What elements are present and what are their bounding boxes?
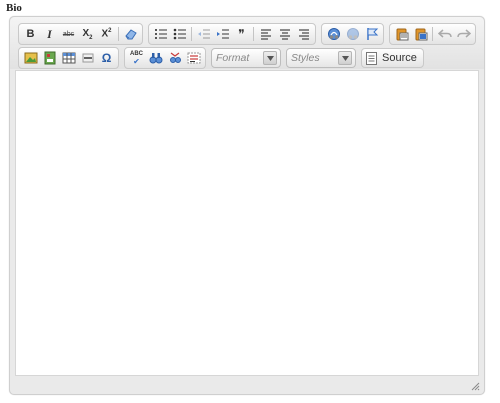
toolbar-row-1: B I abc X2 X2 ❞ <box>18 23 481 45</box>
align-right-button[interactable] <box>294 25 313 43</box>
superscript-button[interactable]: X2 <box>97 25 116 43</box>
bold-icon: B <box>26 28 35 40</box>
subscript-number: 2 <box>89 34 93 41</box>
field-label: Bio <box>6 2 22 14</box>
superscript-number: 2 <box>108 28 112 35</box>
outdent-icon <box>197 29 210 39</box>
subscript-icon: X2 <box>82 28 92 41</box>
separator <box>191 27 192 41</box>
bold-button[interactable]: B <box>21 25 40 43</box>
styles-combo-value: Styles <box>291 52 320 64</box>
flag-icon <box>366 28 378 40</box>
chevron-down-icon <box>263 51 277 65</box>
strikethrough-button[interactable]: abc <box>59 25 78 43</box>
align-center-icon <box>279 29 290 40</box>
link-icon <box>327 28 340 40</box>
links-group <box>321 23 384 45</box>
checkmark-glyph: ✔ <box>133 57 140 66</box>
format-combo-value: Format <box>216 52 250 64</box>
align-left-icon <box>260 29 271 40</box>
strikethrough-icon: abc <box>62 30 75 38</box>
editor-toolbar: B I abc X2 X2 ❞ Ω ABC ✔ Format Styles So… <box>10 17 484 69</box>
unlink-icon <box>346 28 359 40</box>
basic-styles-group: B I abc X2 X2 <box>18 23 143 45</box>
redo-icon <box>456 29 471 38</box>
editor-content-area[interactable] <box>15 70 479 376</box>
paste-word-button[interactable] <box>411 25 430 43</box>
indent-icon <box>216 29 229 39</box>
unlink-button[interactable] <box>343 25 362 43</box>
align-center-button[interactable] <box>275 25 294 43</box>
select-all-icon <box>187 52 200 64</box>
bulleted-list-button[interactable] <box>170 25 189 43</box>
superscript-icon: X2 <box>101 28 111 39</box>
omega-icon: Ω <box>101 51 112 65</box>
subscript-button[interactable]: X2 <box>78 25 97 43</box>
format-combo[interactable]: Format <box>211 48 281 68</box>
replace-icon <box>169 52 181 63</box>
bulleted-list-icon <box>173 28 186 40</box>
find-button[interactable] <box>146 49 165 67</box>
paste-text-icon <box>396 28 408 41</box>
clipboard-group <box>389 23 476 45</box>
paste-text-button[interactable] <box>392 25 411 43</box>
rich-text-editor: B I abc X2 X2 ❞ Ω ABC ✔ Format Styles So… <box>9 16 485 395</box>
paste-word-icon <box>415 28 427 41</box>
image-icon <box>24 52 37 64</box>
binoculars-icon <box>149 53 162 64</box>
toolbar-row-2: Ω ABC ✔ Format Styles Source <box>18 47 424 69</box>
separator <box>118 27 119 41</box>
numbered-list-button[interactable] <box>151 25 170 43</box>
redo-button[interactable] <box>454 25 473 43</box>
undo-icon <box>437 29 452 38</box>
blockquote-icon: ❞ <box>238 27 245 41</box>
anchor-button[interactable] <box>362 25 381 43</box>
paragraph-group: ❞ <box>148 23 316 45</box>
italic-icon: I <box>47 26 52 41</box>
table-button[interactable] <box>59 49 78 67</box>
resize-handle-icon[interactable] <box>470 381 480 391</box>
outdent-button[interactable] <box>194 25 213 43</box>
flash-button[interactable] <box>40 49 59 67</box>
special-char-button[interactable]: Ω <box>97 49 116 67</box>
blockquote-button[interactable]: ❞ <box>232 25 251 43</box>
eraser-icon <box>124 29 137 40</box>
source-icon <box>366 51 377 65</box>
separator <box>432 27 433 41</box>
source-button[interactable]: Source <box>361 48 424 68</box>
remove-format-button[interactable] <box>121 25 140 43</box>
align-right-icon <box>298 29 309 40</box>
table-icon <box>62 52 75 64</box>
indent-button[interactable] <box>213 25 232 43</box>
source-button-label: Source <box>382 52 417 64</box>
insert-group: Ω <box>18 47 119 69</box>
styles-combo[interactable]: Styles <box>286 48 356 68</box>
flash-icon <box>44 51 55 65</box>
tools-group: ABC ✔ <box>124 47 206 69</box>
align-left-button[interactable] <box>256 25 275 43</box>
horizontal-rule-icon <box>82 53 93 63</box>
spellcheck-button[interactable]: ABC ✔ <box>127 49 146 67</box>
separator <box>253 27 254 41</box>
replace-button[interactable] <box>165 49 184 67</box>
link-button[interactable] <box>324 25 343 43</box>
spellcheck-icon: ABC ✔ <box>130 51 143 66</box>
italic-button[interactable]: I <box>40 25 59 43</box>
image-button[interactable] <box>21 49 40 67</box>
numbered-list-icon <box>154 29 167 39</box>
chevron-down-icon <box>338 51 352 65</box>
horizontal-rule-button[interactable] <box>78 49 97 67</box>
undo-button[interactable] <box>435 25 454 43</box>
select-all-button[interactable] <box>184 49 203 67</box>
